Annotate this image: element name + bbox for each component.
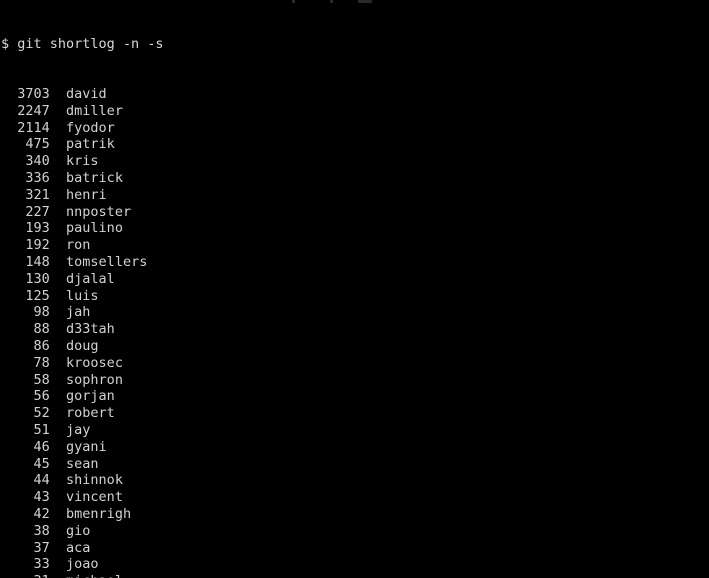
shortlog-output: 3703 david 2247 dmiller 2114 fyodor 475 … — [1, 86, 709, 578]
commit-count: 37 — [1, 539, 50, 556]
shortlog-row: 130 djalal — [1, 271, 709, 288]
shortlog-row: 88 d33tah — [1, 321, 709, 338]
author-name: gorjan — [66, 388, 115, 405]
author-name: david — [66, 85, 107, 102]
author-name: djalal — [66, 270, 115, 287]
author-name: aca — [66, 539, 91, 556]
shortlog-row: 340 kris — [1, 153, 709, 170]
commit-count: 227 — [1, 203, 50, 220]
shortlog-row: 37 aca — [1, 540, 709, 557]
author-name: shinnok — [66, 472, 123, 489]
author-name: jah — [66, 304, 91, 321]
shortlog-row: 475 patrik — [1, 136, 709, 153]
shortlog-row: 33 joao — [1, 556, 709, 573]
author-name: doug — [66, 337, 99, 354]
commit-count: 86 — [1, 337, 50, 354]
shell-prompt-line: $ git shortlog -n -s — [1, 35, 164, 52]
commit-count: 2114 — [1, 119, 50, 136]
author-name: bmenrigh — [66, 505, 132, 522]
author-name: jay — [66, 421, 91, 438]
author-name: dmiller — [66, 102, 123, 119]
commit-count: 193 — [1, 220, 50, 237]
author-name: nnposter — [66, 203, 132, 220]
commit-count: 98 — [1, 304, 50, 321]
commit-count: 52 — [1, 405, 50, 422]
shortlog-row: 336 batrick — [1, 170, 709, 187]
commit-count: 475 — [1, 136, 50, 153]
author-name: batrick — [66, 169, 123, 186]
commit-count: 88 — [1, 321, 50, 338]
shortlog-row: 3703 david — [1, 86, 709, 103]
author-name: ron — [66, 237, 91, 254]
author-name: gio — [66, 522, 91, 539]
author-name: henri — [66, 186, 107, 203]
shortlog-row: 192 ron — [1, 237, 709, 254]
commit-count: 321 — [1, 186, 50, 203]
shortlog-row: 45 sean — [1, 456, 709, 473]
commit-count: 38 — [1, 522, 50, 539]
author-name: tomsellers — [66, 253, 148, 270]
terminal-screen: $ git shortlog -n -s 3703 david 2247 dmi… — [1, 2, 709, 578]
commit-count: 33 — [1, 556, 50, 573]
shortlog-row: 43 vincent — [1, 489, 709, 506]
commit-count: 3703 — [1, 85, 50, 102]
shortlog-row: 58 sophron — [1, 372, 709, 389]
author-name: luis — [66, 287, 99, 304]
commit-count: 58 — [1, 371, 50, 388]
shortlog-row: 125 luis — [1, 288, 709, 305]
terminal-window[interactable]: $ git shortlog -n -s 3703 david 2247 dmi… — [0, 0, 709, 578]
shortlog-row: 38 gio — [1, 523, 709, 540]
author-name: gyani — [66, 438, 107, 455]
author-name: sean — [66, 455, 99, 472]
shortlog-row: 148 tomsellers — [1, 254, 709, 271]
author-name: kroosec — [66, 354, 123, 371]
shortlog-row: 2114 fyodor — [1, 120, 709, 137]
author-name: vincent — [66, 489, 123, 506]
commit-count: 336 — [1, 169, 50, 186]
shortlog-row: 193 paulino — [1, 220, 709, 237]
shortlog-row: 52 robert — [1, 405, 709, 422]
commit-count: 56 — [1, 388, 50, 405]
commit-count: 192 — [1, 237, 50, 254]
commit-count: 43 — [1, 489, 50, 506]
author-name: paulino — [66, 220, 123, 237]
shortlog-row: 321 henri — [1, 187, 709, 204]
shortlog-row: 98 jah — [1, 304, 709, 321]
commit-count: 78 — [1, 354, 50, 371]
author-name: patrik — [66, 136, 115, 153]
shortlog-row: 44 shinnok — [1, 472, 709, 489]
commit-count: 2247 — [1, 102, 50, 119]
shortlog-row: 46 gyani — [1, 439, 709, 456]
commit-count: 130 — [1, 270, 50, 287]
author-name: robert — [66, 405, 115, 422]
shortlog-row: 2247 dmiller — [1, 103, 709, 120]
author-name: joao — [66, 556, 99, 573]
commit-count: 340 — [1, 153, 50, 170]
shortlog-row: 78 kroosec — [1, 355, 709, 372]
shortlog-row: 86 doug — [1, 338, 709, 355]
commit-count: 46 — [1, 438, 50, 455]
author-name: sophron — [66, 371, 123, 388]
shortlog-row: 31 michael — [1, 573, 709, 578]
commit-count: 31 — [1, 573, 50, 578]
author-name: d33tah — [66, 321, 115, 338]
commit-count: 44 — [1, 472, 50, 489]
commit-count: 45 — [1, 455, 50, 472]
shortlog-row: 227 nnposter — [1, 204, 709, 221]
author-name: kris — [66, 153, 99, 170]
commit-count: 148 — [1, 253, 50, 270]
shortlog-row: 42 bmenrigh — [1, 506, 709, 523]
commit-count: 51 — [1, 421, 50, 438]
commit-count: 125 — [1, 287, 50, 304]
commit-count: 42 — [1, 505, 50, 522]
author-name: michael — [66, 573, 123, 578]
author-name: fyodor — [66, 119, 115, 136]
shortlog-row: 56 gorjan — [1, 388, 709, 405]
shortlog-row: 51 jay — [1, 422, 709, 439]
